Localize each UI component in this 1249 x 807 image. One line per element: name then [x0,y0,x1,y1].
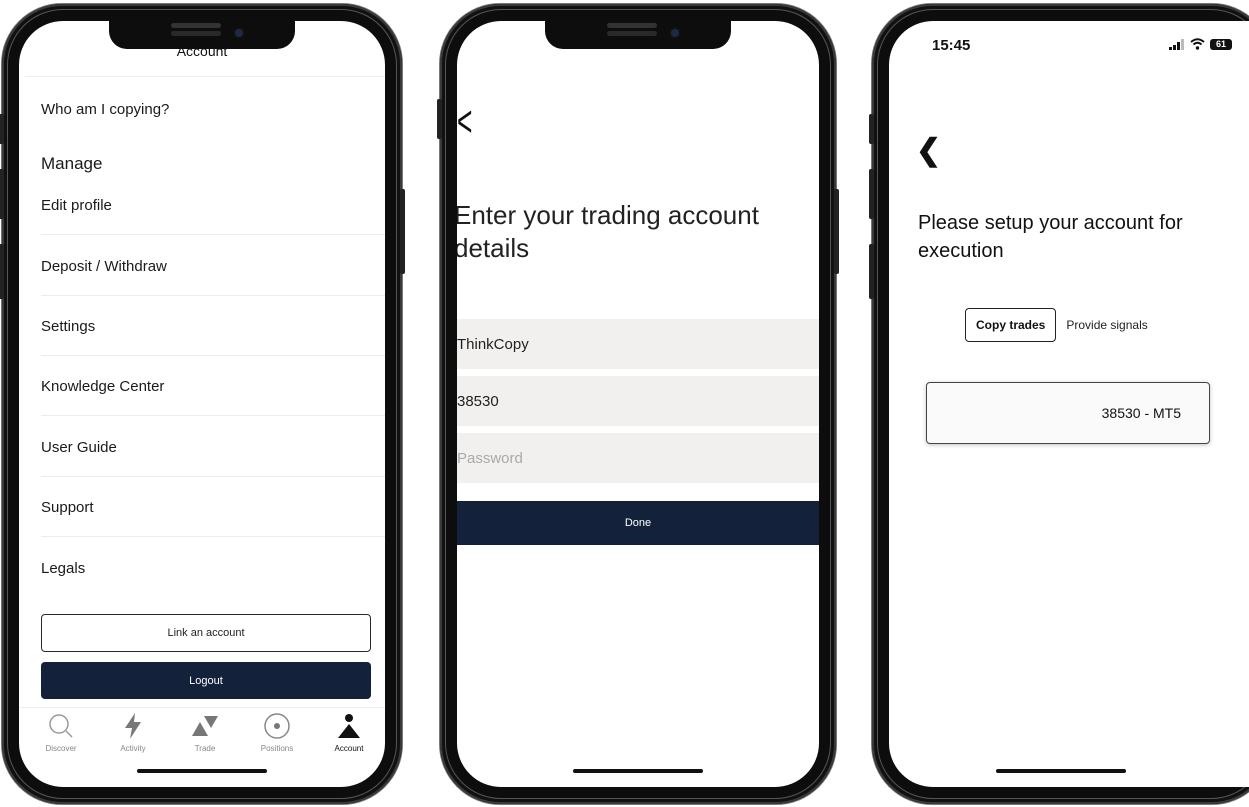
menu-item-legals[interactable]: Legals [41,560,385,577]
page-heading: Please setup your account for execution [918,212,1183,262]
copy-trades-tab[interactable]: Copy trades [965,308,1057,342]
mode-toggle: Copy trades Provide signals [965,308,1148,342]
menu-item-knowledge-center[interactable]: Knowledge Center [41,378,385,395]
phone-setup-account-screen: 15:45 61 ❮ Please setup your account for… [869,4,1249,804]
power-button [834,189,839,274]
search-icon [49,714,73,738]
trade-arrows-icon [192,716,218,736]
side-button [0,114,4,144]
divider [25,76,385,77]
divider [41,234,385,235]
password-field[interactable]: Password [457,433,819,483]
tab-label: Discover [45,744,77,753]
divider [41,355,385,356]
lightning-icon [125,713,141,739]
back-button[interactable]: ❮ [916,133,941,168]
account-number-value: 38530 [457,392,499,410]
link-account-button[interactable]: Link an account [41,614,371,652]
password-placeholder: Password [457,449,523,467]
tab-positions[interactable]: Positions [247,708,307,753]
divider [41,415,385,416]
tab-bar: Discover Activity Trade Positions Accoun… [19,707,385,768]
tab-label: Trade [194,744,216,753]
tab-label: Activity [120,744,146,753]
screen: 15:45 61 ❮ Please setup your account for… [889,21,1249,787]
account-card[interactable]: 38530 - MT5 [926,382,1210,444]
screen: < Enter your trading account details Thi… [457,21,819,787]
notch [545,21,731,49]
screen: Account Who am I copying? Manage Edit pr… [19,21,385,787]
provide-signals-tab[interactable]: Provide signals [1066,318,1147,332]
menu-item-edit-profile[interactable]: Edit profile [41,197,385,214]
home-indicator [573,769,703,773]
back-button[interactable]: < [457,97,472,147]
divider [41,536,385,537]
logout-button[interactable]: Logout [41,662,371,699]
phone-trading-account-screen: < Enter your trading account details Thi… [437,4,839,804]
notch [109,21,295,49]
divider [41,476,385,477]
menu-item-user-guide[interactable]: User Guide [41,439,385,456]
volume-up-button [869,169,874,219]
signal-icon [1169,38,1184,50]
account-number-field[interactable]: 38530 [457,376,819,426]
volume-down-button [0,244,4,299]
menu-item-settings[interactable]: Settings [41,318,385,335]
home-indicator [995,769,1126,773]
volume-down-button [869,244,874,299]
wifi-icon [1190,38,1205,50]
side-button [869,114,874,144]
battery-icon: 61 [1210,38,1232,50]
done-button[interactable]: Done [457,501,819,545]
tab-trade[interactable]: Trade [175,708,235,753]
phone-account-screen: Account Who am I copying? Manage Edit pr… [0,4,405,804]
power-button [400,189,405,274]
tab-label: Account [334,744,364,753]
target-icon [264,713,290,739]
divider [41,295,385,296]
server-value: ThinkCopy [457,335,529,353]
tab-account[interactable]: Account [319,708,379,753]
tab-discover[interactable]: Discover [31,708,91,753]
person-icon [338,714,360,738]
account-card-label: 38530 - MT5 [1101,405,1181,421]
side-button [437,99,442,139]
volume-up-button [0,169,4,219]
status-time: 15:45 [932,37,971,54]
menu-item-who-am-i-copying[interactable]: Who am I copying? [41,101,385,118]
menu-item-support[interactable]: Support [41,499,385,516]
section-heading-manage: Manage [41,154,103,173]
home-indicator [137,769,267,773]
tab-activity[interactable]: Activity [103,708,163,753]
status-icons: 61 [1169,38,1232,50]
menu-item-deposit-withdraw[interactable]: Deposit / Withdraw [41,258,385,275]
server-field[interactable]: ThinkCopy [457,319,819,369]
tab-label: Positions [260,744,294,753]
page-heading: Enter your trading account details [457,200,759,263]
